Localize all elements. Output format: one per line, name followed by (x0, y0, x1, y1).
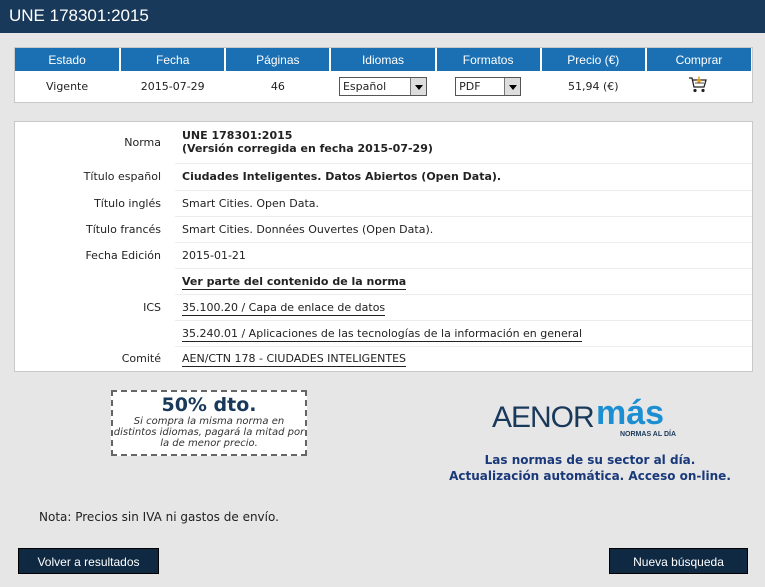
header-estado: Estado (15, 48, 122, 71)
comite-link[interactable]: AEN/CTN 178 - CIUDADES INTELIGENTES (182, 352, 407, 368)
fecha-value: 2015-07-29 (120, 71, 227, 102)
logo-tagline: NORMAS AL DÍA (620, 429, 676, 438)
fecha-edicion-value: 2015-01-21 (175, 242, 752, 269)
chevron-down-icon[interactable] (504, 78, 521, 95)
paginas-value: 46 (225, 71, 332, 102)
language-select[interactable]: Español (338, 77, 427, 96)
new-search-button[interactable]: Nueva búsqueda (609, 548, 748, 574)
titulo-en-label: Título inglés (94, 196, 161, 210)
estado-value: Vigente (15, 71, 122, 102)
shopping-cart-icon[interactable] (688, 76, 708, 97)
norma-code: UNE 178301:2015 (182, 129, 293, 143)
chevron-down-icon[interactable] (409, 78, 426, 95)
header-idiomas: Idiomas (330, 48, 437, 71)
purchase-row: Vigente 2015-07-29 46 Español PDF 51,94 … (15, 71, 753, 102)
aenor-mas-logo[interactable]: AENOR más NORMAS AL DÍA (492, 394, 692, 440)
comite-label: Comité (121, 352, 161, 365)
titulo-es-value: Ciudades Inteligentes. Datos Abiertos (O… (175, 163, 752, 191)
format-select[interactable]: PDF (455, 77, 522, 96)
ics-label: ICS (143, 300, 161, 314)
format-select-value: PDF (459, 80, 481, 93)
slogan-line-1: Las normas de su sector al día. (484, 453, 696, 467)
purchase-header-row: Estado Fecha Páginas Idiomas Formatos Pr… (15, 48, 751, 71)
slogan-line-2: Actualización automática. Acceso on-line… (449, 469, 731, 483)
norma-label: Norma (124, 136, 161, 149)
titulo-es-label: Título español (83, 170, 161, 183)
titulo-fr-value: Smart Cities. Données Ouvertes (Open Dat… (175, 216, 752, 243)
norm-details: Norma UNE 178301:2015 (Versión corregida… (14, 121, 753, 372)
header-formatos: Formatos (435, 48, 542, 71)
purchase-table: Estado Fecha Páginas Idiomas Formatos Pr… (14, 47, 753, 103)
header-comprar: Comprar (645, 48, 751, 71)
page-title: UNE 178301:2015 (0, 0, 765, 33)
logo-mas-text: más (596, 394, 664, 432)
language-select-value: Español (342, 80, 387, 93)
back-to-results-button[interactable]: Volver a resultados (18, 548, 159, 574)
price-note: Nota: Precios sin IVA ni gastos de envío… (39, 510, 279, 524)
ics-link-2[interactable]: 35.240.01 / Aplicaciones de las tecnolog… (182, 326, 583, 342)
header-paginas: Páginas (225, 48, 332, 71)
view-content-link[interactable]: Ver parte del contenido de la norma (182, 274, 407, 290)
logo-aenor-text: AENOR (492, 401, 594, 434)
titulo-en-value: Smart Cities. Open Data. (175, 190, 752, 217)
ics-link-1[interactable]: 35.100.20 / Capa de enlace de datos (182, 300, 386, 316)
fecha-edicion-label: Fecha Edición (85, 248, 161, 262)
header-fecha: Fecha (120, 48, 227, 71)
discount-text: Si compra la misma norma en distintos id… (113, 416, 305, 449)
norma-version: (Versión corregida en fecha 2015-07-29) (182, 142, 433, 156)
titulo-fr-label: Título francés (86, 222, 161, 236)
slogan: Las normas de su sector al día. Actualiz… (440, 452, 740, 484)
discount-promo: 50% dto. Si compra la misma norma en dis… (111, 390, 307, 456)
discount-title: 50% dto. (161, 394, 257, 416)
precio-value: 51,94 (€) (540, 71, 647, 102)
header-precio: Precio (€) (540, 48, 647, 71)
